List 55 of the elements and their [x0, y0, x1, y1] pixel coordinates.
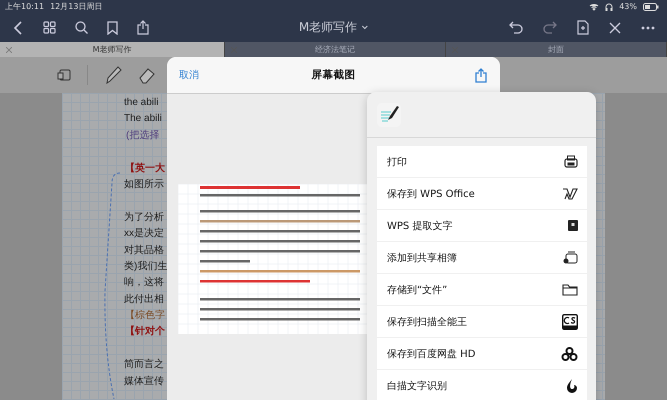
document-icon: [568, 220, 578, 232]
document-text-line: xx是决定: [124, 226, 164, 242]
document-text-line: 响，这将: [124, 276, 164, 290]
pen-icon[interactable]: [104, 65, 122, 85]
document-text-line: 【英一大: [124, 162, 165, 176]
document-text-line: 对其品格: [124, 244, 164, 258]
share-action[interactable]: WPS 提取文字: [377, 210, 587, 241]
share-action[interactable]: 存储到“文件”: [377, 274, 587, 305]
cloud-logo-icon: [561, 346, 578, 360]
document-text-line: 如图所示: [124, 178, 164, 192]
share-action[interactable]: 保存到 WPS Office: [377, 178, 587, 209]
document-title-menu[interactable]: M老师写作: [298, 19, 368, 36]
share-action[interactable]: 打印: [377, 146, 587, 177]
document-text-line: The abili: [124, 112, 162, 126]
document-text-line: 【针对个: [124, 324, 165, 340]
wifi-icon: [589, 2, 600, 10]
share-action[interactable]: 保存到百度网盘 HD: [377, 338, 587, 369]
share-icon[interactable]: [475, 68, 487, 82]
flame-logo-icon: [566, 378, 578, 392]
share-action[interactable]: 添加到共享相簿: [377, 242, 587, 273]
cs-logo-icon: [562, 314, 578, 330]
document-tab[interactable]: M老师写作: [0, 42, 226, 57]
add-page-icon[interactable]: [577, 20, 589, 35]
document-text-line: 为了分析: [124, 210, 164, 225]
status-time: 上午10:11: [5, 1, 44, 12]
more-icon[interactable]: [641, 26, 655, 30]
cancel-button[interactable]: 取消: [179, 68, 199, 82]
printer-icon: [564, 154, 578, 168]
chevron-down-icon[interactable]: [361, 25, 368, 30]
share-action[interactable]: 保存到扫描全能王: [377, 306, 587, 337]
document-text-line: 此付出相: [124, 292, 164, 307]
share-icon[interactable]: [137, 20, 149, 35]
dialog-title: 屏幕截图: [312, 68, 356, 82]
headphones-icon: [605, 2, 614, 10]
search-icon[interactable]: [75, 21, 88, 34]
page-layout-icon[interactable]: [57, 69, 71, 81]
w-logo-icon: [562, 188, 578, 200]
battery-icon: [643, 2, 659, 10]
document-text-line: 媒体宣传: [124, 374, 164, 389]
redo-icon[interactable]: [543, 21, 557, 34]
back-icon[interactable]: [12, 20, 24, 34]
status-date: 12月13日周日: [50, 1, 102, 12]
bookmark-icon[interactable]: [107, 20, 118, 34]
folder-icon: [562, 283, 578, 296]
eraser-icon[interactable]: [138, 66, 156, 84]
undo-icon[interactable]: [509, 21, 523, 34]
document-text-line: (把选择: [125, 128, 160, 143]
grid-icon[interactable]: [43, 21, 56, 34]
document-text-line: 类)我们生: [124, 260, 168, 274]
battery-percent: 43%: [619, 2, 637, 11]
share-action[interactable]: 白描文字识别: [377, 370, 587, 400]
shared-album-icon: [563, 251, 578, 264]
document-text-line: 简而言之: [124, 358, 164, 372]
document-text-line: 【棕色字: [124, 308, 165, 324]
document-text-line: the abili: [124, 96, 158, 110]
